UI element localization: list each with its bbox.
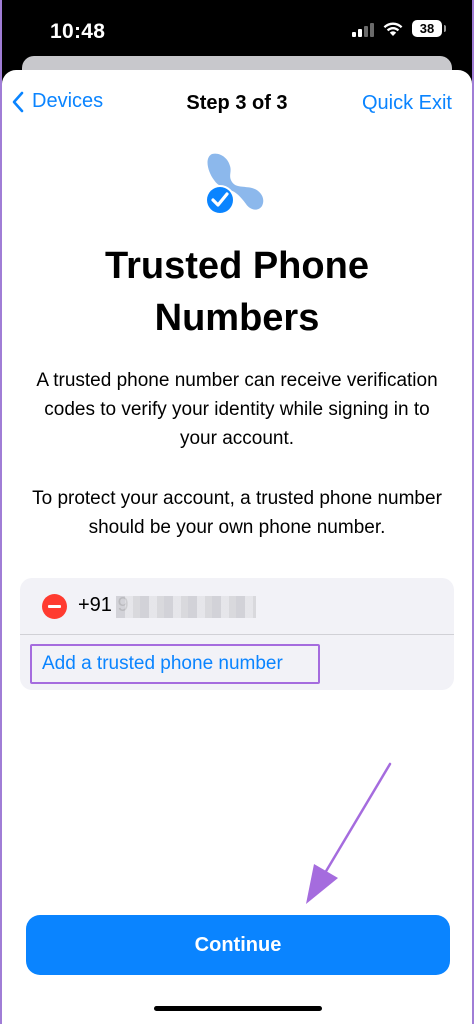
trusted-numbers-list: +91 9 Add a trusted phone number: [20, 578, 454, 690]
wifi-icon: [383, 22, 403, 36]
description-protection: To protect your account, a trusted phone…: [32, 488, 442, 538]
quick-exit-button[interactable]: Quick Exit: [362, 92, 452, 115]
status-time: 10:48: [50, 20, 106, 43]
battery-icon: 38: [412, 20, 446, 37]
navigation-bar: Devices Step 3 of 3 Quick Exit: [2, 90, 472, 122]
add-trusted-number-button[interactable]: Add a trusted phone number: [30, 644, 320, 684]
phone-screen: 10:48 38 Devices Step 3 of 3 Quick Exit …: [2, 0, 472, 1024]
modal-sheet: Devices Step 3 of 3 Quick Exit Trusted P…: [2, 70, 472, 1024]
list-divider: [20, 634, 454, 635]
status-icons: 38: [352, 20, 446, 37]
remove-number-button[interactable]: [42, 594, 67, 619]
description-verification: A trusted phone number can receive verif…: [36, 370, 438, 449]
phone-number-row: +91 9: [20, 578, 454, 634]
annotation-arrow-icon: [306, 762, 392, 904]
home-indicator: [154, 1006, 322, 1011]
cellular-signal-icon: [352, 21, 374, 37]
page-title: Trusted Phone Numbers: [105, 245, 369, 339]
trusted-phone-icon: [205, 153, 264, 215]
status-bar: 10:48 38: [2, 0, 472, 64]
redacted-number: [116, 596, 256, 618]
battery-level: 38: [419, 21, 435, 36]
continue-button[interactable]: Continue: [26, 915, 450, 975]
